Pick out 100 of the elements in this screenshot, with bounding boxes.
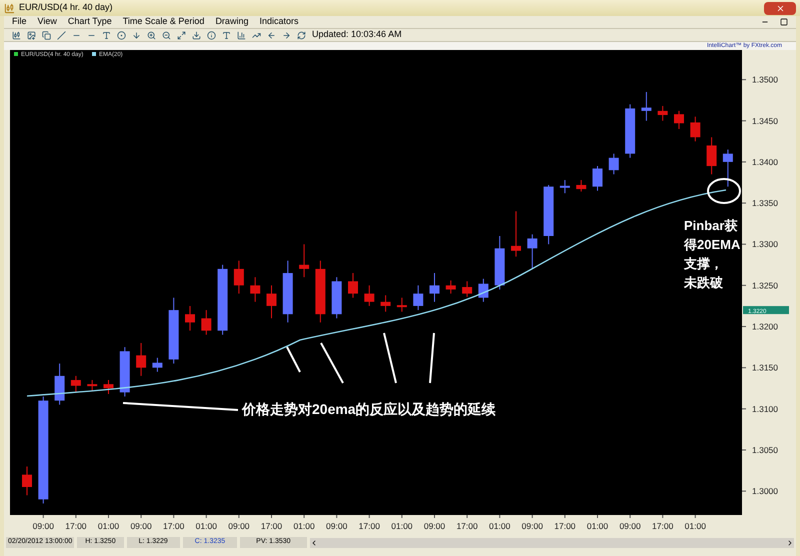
candlestick <box>592 166 602 192</box>
candlestick <box>608 153 619 175</box>
candlestick <box>299 244 310 278</box>
candlestick <box>168 297 179 364</box>
x-axis-label: 17:00 <box>456 521 478 531</box>
menu-item[interactable]: Indicators <box>259 15 298 29</box>
candlestick <box>152 357 162 372</box>
bar-chart-icon[interactable] <box>237 30 246 40</box>
x-axis-label: 01:00 <box>293 521 315 531</box>
trend-icon[interactable] <box>252 30 261 40</box>
x-axis-label: 01:00 <box>196 521 217 531</box>
left-arrow-icon[interactable] <box>267 30 276 40</box>
candlestick <box>706 136 717 175</box>
annotation-text: 得20EMA <box>684 237 740 252</box>
candlestick <box>625 104 636 158</box>
y-axis-label: 1.3500 <box>752 74 778 85</box>
candlestick <box>54 363 65 406</box>
candlestick <box>70 375 81 393</box>
candlestick <box>234 260 244 294</box>
circle-icon[interactable] <box>117 30 126 40</box>
info-icon[interactable] <box>207 30 216 40</box>
restore-icon[interactable] <box>780 18 788 26</box>
chart-icon[interactable] <box>12 30 21 40</box>
y-axis-label: 1.3300 <box>752 239 778 250</box>
x-axis-label: 17:00 <box>358 521 380 531</box>
x-axis-label: 17:00 <box>163 521 184 531</box>
candlestick <box>462 280 472 298</box>
candlestick <box>104 380 114 395</box>
candlestick <box>22 466 32 496</box>
candlestick <box>250 276 260 302</box>
y-axis-label: 1.3250 <box>752 280 778 290</box>
candlestick <box>87 380 98 392</box>
candlestick <box>332 276 342 319</box>
candlestick <box>641 91 652 122</box>
y-axis-label: 1.3350 <box>752 198 778 208</box>
candlestick <box>315 260 326 323</box>
candlestick <box>218 264 228 336</box>
y-axis-label: 1.3200 <box>752 322 778 332</box>
zoom-out-icon[interactable] <box>162 30 171 40</box>
zoom-in-icon[interactable] <box>147 30 156 40</box>
candlestick <box>494 236 505 290</box>
image-icon[interactable] <box>27 30 36 40</box>
candlestick <box>446 280 456 294</box>
candlestick <box>266 284 276 319</box>
annotation-text: 未跌破 <box>684 275 723 290</box>
close-icon <box>776 4 784 12</box>
candlestick <box>544 184 554 245</box>
candlestick <box>674 110 684 130</box>
candlestick <box>658 105 668 122</box>
candlestick <box>722 149 733 188</box>
annotation-text: Pinbar获 <box>684 218 738 233</box>
annotation-text: 价格走势对20ema的反应以及趋势的延续 <box>242 401 496 417</box>
candlestick <box>201 310 212 336</box>
menu-item[interactable]: Chart Type <box>68 15 112 29</box>
highlight-circle <box>707 178 741 204</box>
scroll-right-icon[interactable] <box>786 538 794 546</box>
x-axis-label: 01:00 <box>98 521 120 531</box>
candlestick <box>136 342 146 376</box>
menu-item[interactable]: Time Scale & Period <box>122 15 204 29</box>
line-icon[interactable] <box>57 30 66 40</box>
candlestick <box>560 180 570 194</box>
y-axis-label: 1.3050 <box>752 444 778 455</box>
x-axis-label: 09:00 <box>130 521 152 531</box>
refresh-icon[interactable] <box>297 30 306 40</box>
x-axis-label: 01:00 <box>489 521 510 531</box>
x-axis-label: 01:00 <box>391 521 413 531</box>
candlestick <box>348 272 358 298</box>
x-axis-label: 17:00 <box>65 521 87 531</box>
x-axis-label: 09:00 <box>32 521 54 531</box>
right-arrow-icon[interactable] <box>282 30 291 40</box>
down-arrow-icon[interactable] <box>132 30 141 40</box>
x-axis-label: 09:00 <box>522 521 543 531</box>
annotation-text: 支撑， <box>684 256 723 271</box>
candlestick <box>413 284 424 311</box>
candlestick <box>430 272 440 302</box>
horizontal-scrollbar[interactable] <box>310 538 794 548</box>
y-axis-label: 1.3100 <box>752 404 778 414</box>
menu-item[interactable]: Drawing <box>215 15 248 29</box>
x-axis-label: 01:00 <box>586 521 608 531</box>
text-icon[interactable] <box>222 30 231 40</box>
candlestick <box>380 294 391 312</box>
candlestick <box>364 284 374 306</box>
app-icon <box>4 2 15 14</box>
expand-icon[interactable] <box>177 30 186 40</box>
x-axis-label: 01:00 <box>684 521 706 531</box>
y-axis-label: 1.3150 <box>752 362 778 373</box>
menu-item[interactable]: View <box>38 15 57 29</box>
window-title: EUR/USD(4 hr. 40 day) <box>19 1 113 14</box>
x-axis-label: 09:00 <box>424 521 446 531</box>
y-axis-label: 1.3400 <box>752 156 778 167</box>
x-axis-label: 17:00 <box>260 521 282 531</box>
menu-item[interactable]: File <box>12 15 27 29</box>
candlestick <box>185 305 195 332</box>
candlestick <box>396 297 407 312</box>
copy-icon[interactable] <box>42 30 51 40</box>
x-axis-label: 17:00 <box>554 521 576 531</box>
download-icon[interactable] <box>192 30 201 40</box>
x-axis-label: 09:00 <box>619 521 641 531</box>
close-button[interactable] <box>764 2 796 14</box>
text-icon[interactable] <box>102 30 111 40</box>
